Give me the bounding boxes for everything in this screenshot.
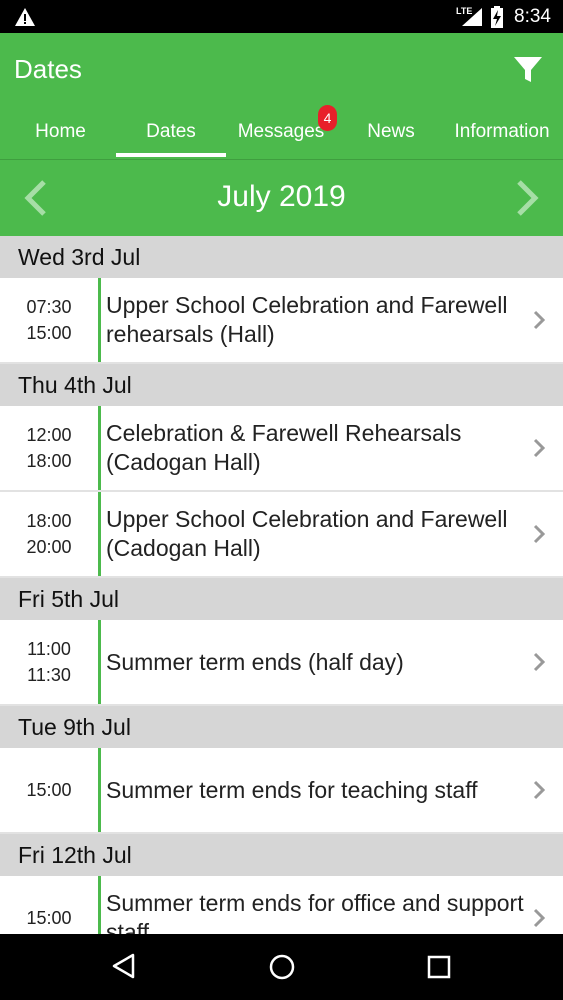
list-item[interactable]: 11:00 11:30 Summer term ends (half day) (0, 620, 563, 706)
event-accent-bar (98, 278, 101, 362)
list-item[interactable]: 15:00 Summer term ends for teaching staf… (0, 748, 563, 834)
warning-icon (15, 8, 35, 26)
chevron-right-icon (533, 438, 545, 458)
event-title: Summer term ends for teaching staff (106, 776, 478, 803)
messages-badge: 4 (318, 105, 337, 131)
day-header: Fri 5th Jul (0, 578, 563, 620)
chevron-right-icon (533, 908, 545, 928)
event-accent-bar (98, 876, 101, 934)
event-accent-bar (98, 748, 101, 832)
event-start-time: 12:00 (26, 425, 72, 445)
event-start-time: 11:00 (27, 639, 71, 659)
list-item[interactable]: 15:00 Summer term ends for office and su… (0, 876, 563, 934)
day-header: Tue 9th Jul (0, 706, 563, 748)
event-accent-bar (98, 620, 101, 704)
event-end-time: 15:00 (26, 780, 72, 800)
tab-dates[interactable]: Dates (116, 111, 226, 159)
event-start-time: 18:00 (26, 511, 72, 531)
event-times: 15:00 (0, 876, 98, 934)
event-title: Upper School Celebration and Farewell (C… (106, 506, 508, 561)
chevron-right-icon[interactable] (511, 178, 543, 218)
event-times: 15:00 (0, 748, 98, 832)
month-selector: July 2019 (0, 160, 563, 236)
back-icon[interactable] (111, 952, 137, 980)
month-label: July 2019 (217, 180, 346, 213)
event-title: Summer term ends (half day) (106, 648, 404, 675)
battery-charging-icon (491, 6, 503, 28)
recents-icon[interactable] (427, 955, 451, 979)
list-item[interactable]: 12:00 18:00 Celebration & Farewell Rehea… (0, 406, 563, 492)
tab-indicator (116, 153, 226, 157)
tab-information[interactable]: Information (446, 111, 558, 159)
event-start-time: 15:00 (26, 908, 72, 928)
day-header: Wed 3rd Jul (0, 236, 563, 278)
day-header: Fri 12th Jul (0, 834, 563, 876)
list-item[interactable]: 07:30 15:00 Upper School Celebration and… (0, 278, 563, 364)
app-bar: Dates Home Dates Messages 4 News Informa… (0, 33, 563, 160)
tab-news[interactable]: News (336, 111, 446, 159)
event-times: 12:00 18:00 (0, 406, 98, 490)
event-accent-bar (98, 492, 101, 576)
chevron-right-icon (533, 780, 545, 800)
event-times: 18:00 20:00 (0, 492, 98, 576)
system-nav-bar (0, 934, 563, 1000)
events-list: Wed 3rd Jul 07:30 15:00 Upper School Cel… (0, 236, 563, 934)
chevron-right-icon (533, 524, 545, 544)
signal-icon (462, 8, 482, 26)
chevron-right-icon (533, 310, 545, 330)
clock: 8:34 (514, 6, 551, 27)
status-bar: LTE 8:34 (0, 0, 563, 33)
event-accent-bar (98, 406, 101, 490)
event-times: 07:30 15:00 (0, 278, 98, 362)
event-start-time: 07:30 (26, 297, 72, 317)
event-end-time: 15:00 (26, 323, 72, 343)
list-item[interactable]: 18:00 20:00 Upper School Celebration and… (0, 492, 563, 578)
tab-home[interactable]: Home (5, 111, 116, 159)
home-icon[interactable] (268, 953, 296, 981)
page-title: Dates (14, 54, 82, 84)
event-end-time: 20:00 (26, 537, 72, 557)
day-header: Thu 4th Jul (0, 364, 563, 406)
event-times: 11:00 11:30 (0, 620, 98, 704)
event-title: Celebration & Farewell Rehearsals (Cadog… (106, 420, 462, 475)
filter-icon[interactable] (510, 51, 546, 87)
event-end-time: 11:30 (27, 665, 71, 685)
tab-bar: Home Dates Messages 4 News Information (0, 105, 563, 159)
event-end-time: 18:00 (26, 451, 72, 471)
chevron-right-icon (533, 652, 545, 672)
event-title: Upper School Celebration and Farewell re… (106, 292, 508, 347)
event-title: Summer term ends for office and support … (106, 890, 524, 934)
